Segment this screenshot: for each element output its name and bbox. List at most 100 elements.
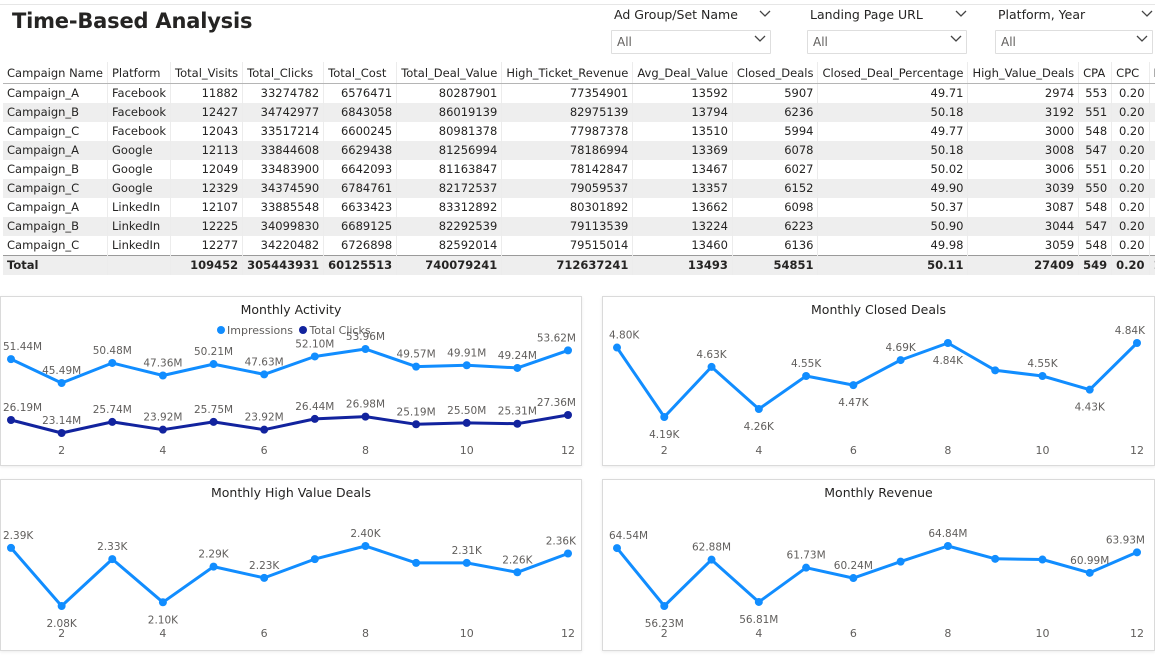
table-row: Campaign_B Google 12049 33483900 6642093 8116… bbox=[3, 160, 1155, 179]
table-cell: 553 bbox=[1078, 83, 1112, 103]
column-header[interactable]: Total_Visits bbox=[170, 62, 243, 84]
table-cell: 82292539 bbox=[396, 217, 502, 236]
column-header[interactable]: Platform bbox=[106, 62, 171, 84]
campaign-table: Campaign Name Platform Total_Visits Total_C… bbox=[3, 62, 1155, 275]
table-cell: 6784761 bbox=[323, 179, 397, 198]
column-header[interactable]: Total_Clicks bbox=[242, 62, 324, 84]
x-tick-label: 6 bbox=[850, 627, 857, 640]
table-cell: 6689125 bbox=[323, 217, 397, 236]
x-tick-label: 10 bbox=[1035, 627, 1049, 640]
table-cell: 81256994 bbox=[396, 141, 502, 160]
table-cell: 3006 bbox=[967, 160, 1079, 179]
column-header[interactable]: Total_Deal_Value bbox=[396, 62, 502, 84]
table-cell: 86019139 bbox=[396, 103, 502, 122]
data-point bbox=[613, 343, 621, 352]
x-tick-label: 12 bbox=[1130, 444, 1144, 457]
chevron-down-icon[interactable] bbox=[955, 6, 967, 18]
column-header[interactable]: Total_Cost bbox=[323, 62, 397, 84]
table-cell: 0.20 bbox=[1111, 236, 1150, 256]
chevron-down-icon[interactable] bbox=[759, 6, 771, 18]
x-tick-label: 2 bbox=[661, 444, 668, 457]
data-point bbox=[412, 420, 421, 429]
table-cell: 34220482 bbox=[242, 236, 324, 256]
column-header[interactable]: CPA bbox=[1078, 62, 1112, 84]
data-point bbox=[802, 563, 811, 572]
slicer-landing-page[interactable]: Landing Page URL All bbox=[807, 6, 967, 54]
total-cell bbox=[106, 255, 171, 275]
total-cell: 13493 bbox=[632, 255, 733, 275]
data-label: 53.96M bbox=[346, 331, 385, 343]
table-cell: 13369 bbox=[632, 141, 733, 160]
x-tick-label: 6 bbox=[850, 444, 857, 457]
data-point bbox=[564, 411, 572, 419]
column-header[interactable]: High_Value_Deals bbox=[967, 62, 1079, 84]
slicer-dropdown[interactable]: All bbox=[807, 30, 967, 54]
table-cell: 12.27 bbox=[1148, 122, 1155, 141]
table-cell: 12113 bbox=[170, 141, 243, 160]
slicer-dropdown[interactable]: All bbox=[611, 30, 771, 54]
table-cell: 3059 bbox=[967, 236, 1079, 256]
table-row: Campaign_A Facebook 11882 33274782 6576471 80… bbox=[3, 83, 1155, 103]
table-cell: 3039 bbox=[967, 179, 1079, 198]
data-point bbox=[57, 429, 66, 437]
column-header[interactable]: CPC bbox=[1111, 62, 1150, 84]
x-tick-label: 10 bbox=[1035, 444, 1049, 457]
column-header[interactable]: Closed_Deals bbox=[731, 62, 818, 84]
table-cell: Google bbox=[106, 179, 171, 198]
slicer-dropdown[interactable]: All bbox=[995, 30, 1153, 54]
monthly-revenue-chart: 2 4 6 8 10 1264.54M56.23M62.88M56.81M61.73M60… bbox=[609, 528, 1145, 640]
table-row: Campaign_C LinkedIn 12277 34220482 6726898 82… bbox=[3, 236, 1155, 256]
table-cell: 81163847 bbox=[396, 160, 502, 179]
monthly-closed-deals-chart: 2 4 6 8 10 12 4.80K 4.19K 4.63K 4.26K 4.55K 4.47K 4.… bbox=[609, 325, 1146, 457]
table-cell: 6098 bbox=[731, 198, 818, 217]
table-cell: 33517214 bbox=[242, 122, 324, 141]
slicer-ad-group[interactable]: Ad Group/Set Name All bbox=[611, 6, 771, 54]
page-title: Time-Based Analysis bbox=[12, 9, 253, 33]
column-header[interactable]: High_Ticket_Revenue bbox=[501, 62, 633, 84]
data-point bbox=[849, 574, 858, 583]
column-header[interactable]: Closed_Deal_Percentage bbox=[817, 62, 968, 84]
table-row: Campaign_A LinkedIn 12107 33885548 6633423 83… bbox=[3, 198, 1155, 217]
data-point bbox=[991, 366, 1000, 375]
data-label: 49.57M bbox=[397, 349, 436, 361]
data-label: 4.55K bbox=[1027, 358, 1058, 370]
data-point bbox=[361, 542, 370, 550]
table-cell: 50.37 bbox=[817, 198, 968, 217]
table-cell: 77987378 bbox=[501, 122, 633, 141]
chevron-down-icon bbox=[754, 31, 766, 43]
column-header[interactable]: ROAS bbox=[1148, 62, 1155, 84]
table-cell: 551 bbox=[1078, 103, 1112, 122]
data-point bbox=[513, 363, 522, 372]
table-cell: 6136 bbox=[731, 236, 818, 256]
slicer-platform-year[interactable]: Platform, Year All bbox=[995, 6, 1153, 54]
table-cell: 3192 bbox=[967, 103, 1079, 122]
x-tick-label: 8 bbox=[944, 444, 951, 457]
data-label: 61.73M bbox=[787, 550, 826, 562]
column-header[interactable]: Avg_Deal_Value bbox=[632, 62, 733, 84]
table-cell: 12.30 bbox=[1148, 217, 1155, 236]
table-cell: 548 bbox=[1078, 236, 1112, 256]
table-row: Campaign_C Facebook 12043 33517214 6600245 80… bbox=[3, 122, 1155, 141]
monthly-activity-chart: 2 4 6 8 10 12 51.44M45.49M 50.48M 47.36M 50.21M 47… bbox=[3, 331, 576, 457]
table-cell: 50.02 bbox=[817, 160, 968, 179]
data-point bbox=[260, 425, 269, 434]
data-point bbox=[209, 417, 218, 426]
table-cell: 12.57 bbox=[1148, 103, 1155, 122]
x-tick-label: 6 bbox=[261, 444, 268, 457]
data-point bbox=[108, 555, 117, 564]
data-point bbox=[513, 419, 522, 428]
table-cell: 6600245 bbox=[323, 122, 397, 141]
data-label: 64.54M bbox=[609, 530, 648, 542]
slicer-title: Platform, Year bbox=[998, 7, 1086, 22]
table-cell: 50.18 bbox=[817, 141, 968, 160]
table-cell: 80287901 bbox=[396, 83, 502, 103]
data-label: 49.24M bbox=[498, 350, 537, 362]
slicer-title: Ad Group/Set Name bbox=[614, 7, 738, 22]
data-label: 62.88M bbox=[692, 542, 731, 554]
column-header[interactable]: Campaign Name bbox=[3, 62, 108, 84]
table-cell: Campaign_B bbox=[3, 103, 108, 122]
chevron-down-icon[interactable] bbox=[1141, 6, 1153, 18]
data-point bbox=[260, 573, 269, 582]
data-point bbox=[1133, 339, 1141, 347]
data-point bbox=[158, 598, 167, 607]
